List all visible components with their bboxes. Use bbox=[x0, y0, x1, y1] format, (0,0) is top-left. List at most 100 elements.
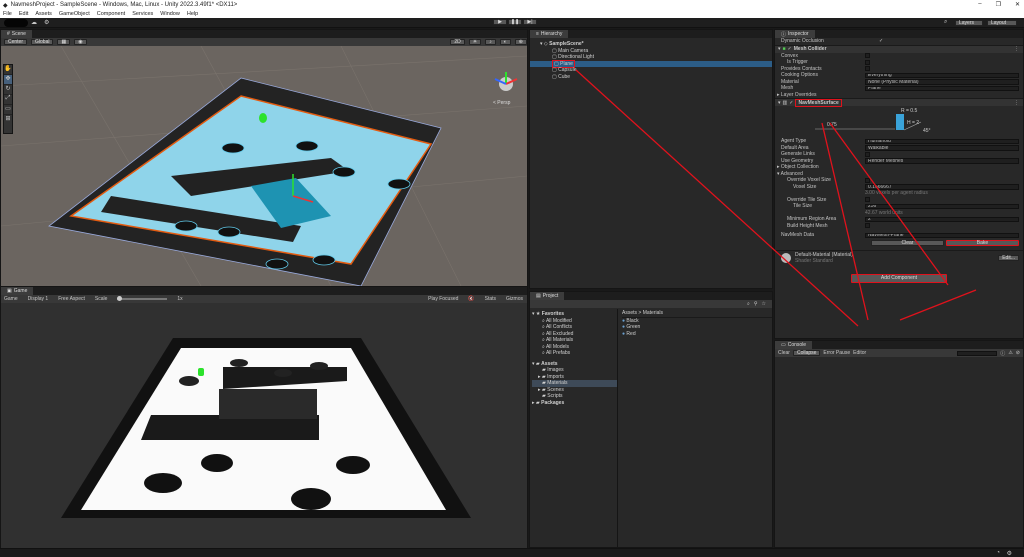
hierarchy-item-cube[interactable]: ▢ Cube bbox=[540, 74, 772, 81]
dynamic-occlusion-check[interactable]: ✓ bbox=[879, 38, 883, 44]
mesh-field[interactable]: Plane bbox=[865, 85, 1019, 91]
component-menu-icon[interactable]: ⋮ bbox=[1014, 46, 1019, 52]
material-item[interactable]: ● Red bbox=[622, 331, 772, 338]
project-search-icon[interactable]: ⌕ bbox=[747, 301, 750, 307]
account-button[interactable] bbox=[4, 19, 28, 27]
is-trigger-checkbox[interactable] bbox=[865, 59, 870, 65]
navmesh-surface-header[interactable]: ▾ ▥ ✓ NavMeshSurface ⋮ bbox=[775, 98, 1023, 107]
project-breadcrumb[interactable]: Assets > Materials bbox=[622, 310, 772, 318]
tab-console[interactable]: ▭ Console bbox=[775, 341, 813, 349]
menu-edit[interactable]: Edit bbox=[19, 11, 28, 17]
cooking-options-dropdown[interactable]: Everything bbox=[865, 72, 1019, 78]
menu-assets[interactable]: Assets bbox=[35, 11, 52, 17]
minimize-button[interactable]: – bbox=[978, 1, 981, 8]
tab-inspector[interactable]: ⓘ Inspector bbox=[775, 30, 815, 38]
editor-dropdown[interactable]: Editor bbox=[853, 350, 866, 356]
menu-services[interactable]: Services bbox=[132, 11, 153, 17]
console-search-input[interactable] bbox=[957, 350, 998, 356]
error-pause-button[interactable]: Error Pause bbox=[823, 350, 850, 356]
lighting-toggle[interactable]: ☀ bbox=[468, 39, 482, 45]
menu-component[interactable]: Component bbox=[97, 11, 125, 17]
pause-button[interactable]: ❚❚ bbox=[508, 19, 522, 25]
search-icon[interactable]: ⌕ bbox=[944, 19, 947, 26]
warning-count-icon[interactable]: ⚠ bbox=[1008, 350, 1012, 356]
error-count-icon[interactable]: ⊘ bbox=[1016, 350, 1020, 356]
override-voxel-size-checkbox[interactable] bbox=[865, 177, 870, 183]
packages-header[interactable]: ▸ ▰ Packages bbox=[532, 400, 617, 407]
stats-button[interactable]: Stats bbox=[485, 296, 496, 302]
agent-type-dropdown[interactable]: Humanoid bbox=[865, 138, 1019, 144]
hand-tool-icon[interactable]: ✋ bbox=[4, 65, 12, 75]
voxel-size-field[interactable]: 0.1666667 bbox=[865, 184, 1019, 190]
move-tool-icon[interactable]: ✥ bbox=[4, 75, 12, 85]
menu-file[interactable]: File bbox=[3, 11, 12, 17]
maximize-button[interactable]: ❐ bbox=[996, 1, 1001, 8]
advanced-foldout[interactable]: ▾ Advanced bbox=[775, 171, 865, 177]
use-geometry-dropdown[interactable]: Render Meshes bbox=[865, 158, 1019, 164]
play-button[interactable]: ▶ bbox=[493, 19, 507, 25]
bake-button[interactable]: Bake bbox=[946, 239, 1019, 246]
layer-overrides-foldout[interactable]: ▸ Layer Overrides bbox=[775, 92, 865, 98]
convex-checkbox[interactable] bbox=[865, 53, 870, 59]
scene-viewport[interactable]: < Persp bbox=[1, 46, 527, 286]
default-area-dropdown[interactable]: Walkable bbox=[865, 145, 1019, 151]
cloud-icon[interactable]: ☁ bbox=[31, 19, 37, 26]
collapse-button[interactable]: Collapse bbox=[792, 350, 821, 356]
mode-2d-button[interactable]: 2D bbox=[450, 39, 465, 45]
filter-icon[interactable]: ⚲ bbox=[754, 301, 758, 307]
component-menu-icon[interactable]: ⋮ bbox=[1014, 100, 1019, 106]
grid-snap-button[interactable]: ▦ bbox=[57, 39, 71, 45]
layout-dropdown[interactable]: Layout bbox=[987, 20, 1017, 26]
mesh-collider-header[interactable]: ▾ ■ ✓ Mesh Collider ⋮ bbox=[775, 44, 1023, 53]
tile-size-field[interactable]: 256 bbox=[865, 203, 1019, 209]
scale-slider[interactable] bbox=[117, 296, 168, 301]
clear-button[interactable]: Clear bbox=[871, 239, 944, 246]
fav-item[interactable]: ⌕ All Prefabs bbox=[532, 350, 617, 357]
scale-tool-icon[interactable]: ⤢ bbox=[4, 95, 12, 105]
object-collection-foldout[interactable]: ▸ Object Collection bbox=[775, 164, 865, 170]
gizmos-dropdown[interactable]: Gizmos bbox=[506, 296, 523, 302]
fx-toggle[interactable]: ◐ bbox=[499, 39, 511, 45]
audio-toggle[interactable]: ♪ bbox=[485, 39, 496, 45]
tab-game[interactable]: ▣ Game bbox=[1, 287, 34, 295]
tab-scene[interactable]: # Scene bbox=[1, 30, 32, 38]
navmesh-data-field[interactable]: NavMesh-Plane bbox=[865, 232, 1019, 238]
aspect-dropdown[interactable]: Free Aspect bbox=[58, 296, 85, 302]
edit-shader-button[interactable]: Edit... bbox=[998, 255, 1019, 261]
shader-dropdown[interactable]: Standard bbox=[813, 258, 833, 264]
shading-dropdown[interactable]: ◉ bbox=[74, 39, 87, 45]
console-clear-button[interactable]: Clear bbox=[778, 350, 790, 356]
display-dropdown[interactable]: Display 1 bbox=[28, 296, 49, 302]
notification-icon[interactable]: ◔ bbox=[996, 550, 1000, 556]
menu-help[interactable]: Help bbox=[187, 11, 198, 17]
generate-links-checkbox[interactable] bbox=[865, 151, 870, 157]
override-tile-size-checkbox[interactable] bbox=[865, 197, 870, 203]
close-button[interactable]: ✕ bbox=[1015, 1, 1020, 8]
physic-material-field[interactable]: None (Physic Material) bbox=[865, 79, 1019, 85]
tab-hierarchy[interactable]: ≡ Hierarchy bbox=[530, 30, 569, 38]
collab-icon[interactable]: ⚙ bbox=[44, 19, 49, 26]
tab-project[interactable]: ▤ Project bbox=[530, 292, 565, 300]
game-viewport[interactable] bbox=[1, 303, 527, 548]
add-component-button[interactable]: Add Component bbox=[851, 273, 947, 283]
step-button[interactable]: ▶| bbox=[523, 19, 537, 25]
transform-tool-icon[interactable]: ⊞ bbox=[4, 115, 12, 125]
menu-gameobject[interactable]: GameObject bbox=[59, 11, 90, 17]
mute-icon[interactable]: 🔇 bbox=[468, 296, 474, 302]
settings-icon[interactable]: ⚙ bbox=[1007, 550, 1012, 557]
game-mode-dropdown[interactable]: Game bbox=[4, 296, 18, 302]
scene-tab-icon: # bbox=[7, 31, 10, 37]
info-count-icon[interactable]: ⓘ bbox=[1000, 350, 1005, 357]
provides-contacts-checkbox[interactable] bbox=[865, 66, 870, 72]
layers-dropdown[interactable]: Layers bbox=[955, 20, 983, 26]
menu-window[interactable]: Window bbox=[160, 11, 180, 17]
rect-tool-icon[interactable]: ▭ bbox=[4, 105, 12, 115]
space-dropdown[interactable]: Global bbox=[31, 39, 54, 45]
play-focused-dropdown[interactable]: Play Focused bbox=[428, 296, 458, 302]
pivot-dropdown[interactable]: Center bbox=[4, 39, 28, 45]
gizmos-button[interactable]: ⊕ bbox=[514, 39, 527, 45]
star-icon[interactable]: ☆ bbox=[762, 301, 766, 307]
min-region-area-field[interactable]: 2 bbox=[865, 216, 1019, 222]
rotate-tool-icon[interactable]: ↻ bbox=[4, 85, 12, 95]
build-height-mesh-checkbox[interactable] bbox=[865, 223, 870, 229]
